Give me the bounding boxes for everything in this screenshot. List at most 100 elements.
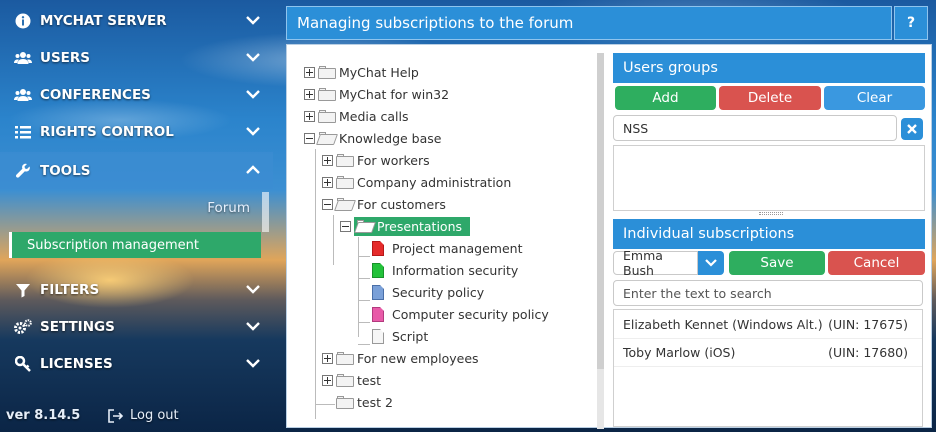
key-icon bbox=[14, 355, 32, 373]
tree-node[interactable]: Knowledge base bbox=[304, 127, 441, 149]
tree-node[interactable]: test 2 bbox=[336, 391, 393, 413]
tree-label: For workers bbox=[357, 152, 430, 168]
expand-icon[interactable] bbox=[322, 176, 333, 188]
subscriber-name: Toby Marlow (iOS) bbox=[623, 345, 736, 360]
expand-icon[interactable] bbox=[322, 374, 333, 386]
tree-node[interactable]: test bbox=[322, 369, 381, 391]
clear-filter-button[interactable] bbox=[901, 118, 923, 140]
subscriptions-list: Elizabeth Kennet (Windows Alt.) (UIN: 17… bbox=[613, 309, 923, 427]
expand-icon[interactable] bbox=[304, 110, 315, 122]
file-icon bbox=[372, 284, 384, 300]
tools-sub-forum[interactable]: Forum bbox=[0, 200, 258, 224]
tree-node[interactable]: MyChat for win32 bbox=[304, 83, 449, 105]
nav-rights-control[interactable]: RIGHTS CONTROL bbox=[0, 113, 273, 150]
page-title: Managing subscriptions to the forum bbox=[286, 6, 892, 40]
expand-icon[interactable] bbox=[304, 88, 315, 100]
cancel-button[interactable]: Cancel bbox=[828, 251, 925, 275]
version-label: ver 8.14.5 bbox=[6, 408, 81, 423]
folder-icon bbox=[336, 351, 354, 365]
tree-label: Presentations bbox=[377, 218, 463, 234]
tree-label: test 2 bbox=[357, 394, 393, 410]
nav-label: USERS bbox=[40, 49, 91, 66]
subscriber-name: Elizabeth Kennet (Windows Alt.) bbox=[623, 317, 823, 332]
save-button[interactable]: Save bbox=[729, 251, 825, 275]
tree-label: Information security bbox=[392, 262, 519, 278]
nav-label: FILTERS bbox=[40, 281, 100, 298]
folder-icon bbox=[336, 395, 354, 409]
add-group-button[interactable]: Add bbox=[615, 86, 716, 110]
nav-conferences[interactable]: CONFERENCES bbox=[0, 76, 273, 113]
nav-label: RIGHTS CONTROL bbox=[40, 123, 174, 140]
collapse-icon[interactable] bbox=[322, 198, 333, 210]
nav-users[interactable]: USERS bbox=[0, 39, 273, 76]
chevron-down-icon bbox=[705, 259, 717, 267]
individual-subscriptions-title: Individual subscriptions bbox=[613, 219, 925, 249]
tree-node[interactable]: Company administration bbox=[322, 171, 511, 193]
splitter-handle[interactable] bbox=[759, 212, 783, 215]
file-icon bbox=[372, 328, 384, 344]
nav-filters[interactable]: FILTERS bbox=[0, 271, 273, 308]
users-icon bbox=[14, 49, 32, 67]
tree-node[interactable]: Computer security policy bbox=[372, 303, 549, 325]
list-item[interactable]: Elizabeth Kennet (Windows Alt.) (UIN: 17… bbox=[614, 311, 922, 339]
tree-node[interactable]: MyChat Help bbox=[304, 61, 419, 83]
search-input[interactable]: Enter the text to search bbox=[613, 280, 923, 306]
nav-label: TOOLS bbox=[40, 162, 91, 179]
delete-group-button[interactable]: Delete bbox=[719, 86, 821, 110]
nav-mychat-server[interactable]: MYCHAT SERVER bbox=[0, 2, 273, 39]
tree-node[interactable]: Project management bbox=[372, 237, 522, 259]
tree-node[interactable]: Information security bbox=[372, 259, 518, 281]
list-item[interactable]: Toby Marlow (iOS) (UIN: 17680) bbox=[614, 339, 922, 367]
tools-sub-subscription-management[interactable]: Subscription management bbox=[9, 232, 261, 258]
logout-link[interactable]: Log out bbox=[108, 408, 179, 423]
subscriber-uin: (UIN: 17680) bbox=[828, 345, 908, 360]
tree-label: Project management bbox=[392, 240, 523, 256]
sidebar: MYCHAT SERVER USERS CONFERENCES RIGHTS C… bbox=[0, 0, 273, 432]
user-select[interactable]: Emma Bush bbox=[613, 248, 698, 278]
expand-icon[interactable] bbox=[304, 66, 315, 78]
tree-node[interactable]: Script bbox=[372, 325, 428, 347]
tree-label: For customers bbox=[357, 196, 446, 212]
nav-tools[interactable]: TOOLS bbox=[0, 152, 273, 189]
filter-icon bbox=[14, 281, 32, 299]
tree-node-selected[interactable]: Presentations bbox=[340, 215, 471, 237]
folder-icon bbox=[336, 373, 354, 387]
tree-line bbox=[358, 278, 370, 279]
clear-groups-button[interactable]: Clear bbox=[824, 86, 925, 110]
groups-list[interactable] bbox=[613, 145, 925, 211]
gears-icon bbox=[14, 318, 32, 336]
nav-settings[interactable]: SETTINGS bbox=[0, 308, 273, 345]
tree-label: MyChat for win32 bbox=[339, 86, 450, 102]
file-icon bbox=[372, 262, 384, 278]
tree-line bbox=[315, 149, 316, 419]
tree-node[interactable]: For new employees bbox=[322, 347, 479, 369]
folder-icon bbox=[318, 65, 336, 79]
tree-selection[interactable]: Presentations bbox=[353, 216, 471, 236]
group-filter-input[interactable]: NSS bbox=[613, 115, 897, 141]
sidebar-scrollbar[interactable] bbox=[262, 192, 269, 232]
chevron-down-icon bbox=[246, 90, 260, 99]
collapse-icon[interactable] bbox=[340, 220, 351, 232]
logout-icon bbox=[108, 408, 124, 423]
tree-label: Computer security policy bbox=[392, 306, 549, 322]
chevron-down-icon bbox=[246, 127, 260, 136]
nav-label: LICENSES bbox=[40, 355, 113, 372]
close-icon bbox=[907, 124, 917, 134]
tree-node[interactable]: For customers bbox=[322, 193, 446, 215]
help-button[interactable]: ? bbox=[894, 6, 928, 40]
tree-scrollbar-thumb[interactable] bbox=[597, 53, 604, 369]
tree-node[interactable]: Media calls bbox=[304, 105, 409, 127]
expand-icon[interactable] bbox=[322, 352, 333, 364]
collapse-icon[interactable] bbox=[304, 132, 315, 144]
chevron-down-icon bbox=[246, 53, 260, 62]
chevron-down-icon bbox=[246, 285, 260, 294]
user-select-toggle[interactable] bbox=[698, 251, 724, 275]
nav-licenses[interactable]: LICENSES bbox=[0, 345, 273, 382]
folder-icon bbox=[336, 175, 354, 189]
tree-line bbox=[358, 300, 370, 301]
tree-node[interactable]: For workers bbox=[322, 149, 430, 171]
tree-line bbox=[333, 215, 334, 265]
expand-icon[interactable] bbox=[322, 154, 333, 166]
tree-line bbox=[358, 256, 370, 257]
tree-node[interactable]: Security policy bbox=[372, 281, 484, 303]
